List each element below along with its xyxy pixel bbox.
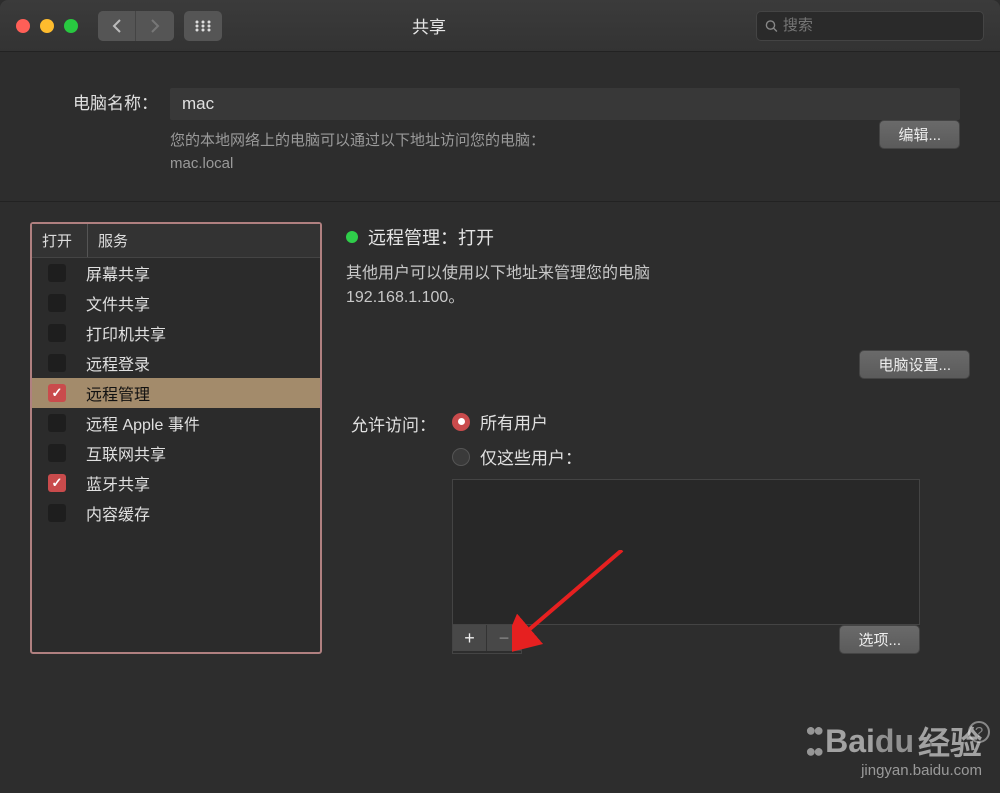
sharing-section: 打开 服务 屏幕共享文件共享打印机共享远程登录远程管理远程 Apple 事件互联…	[0, 202, 1000, 674]
service-label: 远程登录	[86, 351, 150, 375]
add-remove-buttons: + −	[452, 625, 522, 654]
service-row[interactable]: 蓝牙共享	[32, 468, 320, 498]
close-icon[interactable]	[16, 19, 30, 33]
window-controls	[16, 19, 78, 33]
options-button[interactable]: 选项...	[839, 625, 920, 654]
edit-button[interactable]: 编辑...	[879, 120, 960, 149]
radio-all-users[interactable]: 所有用户	[452, 409, 920, 434]
search-field[interactable]	[756, 11, 984, 41]
computer-name-section: 电脑名称： 您的本地网络上的电脑可以通过以下地址访问您的电脑： mac.loca…	[0, 52, 1000, 202]
computer-name-label: 电脑名称：	[40, 88, 170, 120]
service-label: 文件共享	[86, 291, 150, 315]
services-list: 打开 服务 屏幕共享文件共享打印机共享远程登录远程管理远程 Apple 事件互联…	[30, 222, 322, 654]
service-label: 屏幕共享	[86, 261, 150, 285]
status-on-icon	[346, 231, 358, 243]
detail-panel: 远程管理：打开 其他用户可以使用以下地址来管理您的电脑 192.168.1.10…	[346, 222, 970, 654]
header-service: 服务	[88, 224, 320, 257]
service-row[interactable]: 打印机共享	[32, 318, 320, 348]
service-row[interactable]: 远程 Apple 事件	[32, 408, 320, 438]
show-all-button[interactable]	[184, 11, 222, 41]
access-label: 允许访问：	[346, 409, 436, 654]
services-header: 打开 服务	[32, 224, 320, 258]
status-description: 其他用户可以使用以下地址来管理您的电脑 192.168.1.100。	[346, 262, 970, 310]
radio-icon	[452, 448, 470, 466]
service-checkbox[interactable]	[48, 354, 66, 372]
access-section: 允许访问： 所有用户 仅这些用户： + − 选项...	[346, 409, 970, 654]
minimize-icon[interactable]	[40, 19, 54, 33]
service-checkbox[interactable]	[48, 264, 66, 282]
service-checkbox[interactable]	[48, 414, 66, 432]
service-row[interactable]: 屏幕共享	[32, 258, 320, 288]
service-label: 远程管理	[86, 381, 150, 405]
service-label: 远程 Apple 事件	[86, 411, 200, 435]
radio-only-users[interactable]: 仅这些用户：	[452, 444, 920, 469]
computer-name-hint: 您的本地网络上的电脑可以通过以下地址访问您的电脑： mac.local	[170, 130, 545, 175]
titlebar: 共享	[0, 0, 1000, 52]
window-title: 共享	[222, 13, 636, 38]
status-row: 远程管理：打开	[346, 224, 970, 250]
remove-user-button[interactable]: −	[487, 625, 521, 651]
search-icon	[765, 19, 778, 33]
service-checkbox[interactable]	[48, 444, 66, 462]
service-label: 打印机共享	[86, 321, 166, 345]
service-checkbox[interactable]	[48, 324, 66, 342]
service-checkbox[interactable]	[48, 474, 66, 492]
watermark: ●●●● Baidu 经验 jingyan.baidu.com	[805, 718, 982, 779]
computer-settings-button[interactable]: 电脑设置...	[859, 350, 970, 379]
search-input[interactable]	[783, 17, 975, 34]
service-row[interactable]: 远程登录	[32, 348, 320, 378]
service-row[interactable]: 远程管理	[32, 378, 320, 408]
forward-button[interactable]	[136, 11, 174, 41]
service-checkbox[interactable]	[48, 384, 66, 402]
status-text: 远程管理：打开	[368, 224, 494, 250]
service-checkbox[interactable]	[48, 504, 66, 522]
header-on: 打开	[32, 224, 88, 257]
service-label: 互联网共享	[86, 441, 166, 465]
users-list[interactable]	[452, 479, 920, 625]
service-row[interactable]: 内容缓存	[32, 498, 320, 528]
service-row[interactable]: 互联网共享	[32, 438, 320, 468]
service-label: 内容缓存	[86, 501, 150, 525]
nav-buttons	[98, 11, 174, 41]
maximize-icon[interactable]	[64, 19, 78, 33]
add-user-button[interactable]: +	[453, 625, 487, 651]
service-label: 蓝牙共享	[86, 471, 150, 495]
service-row[interactable]: 文件共享	[32, 288, 320, 318]
computer-name-input[interactable]	[170, 88, 960, 120]
service-checkbox[interactable]	[48, 294, 66, 312]
radio-icon	[452, 413, 470, 431]
back-button[interactable]	[98, 11, 136, 41]
